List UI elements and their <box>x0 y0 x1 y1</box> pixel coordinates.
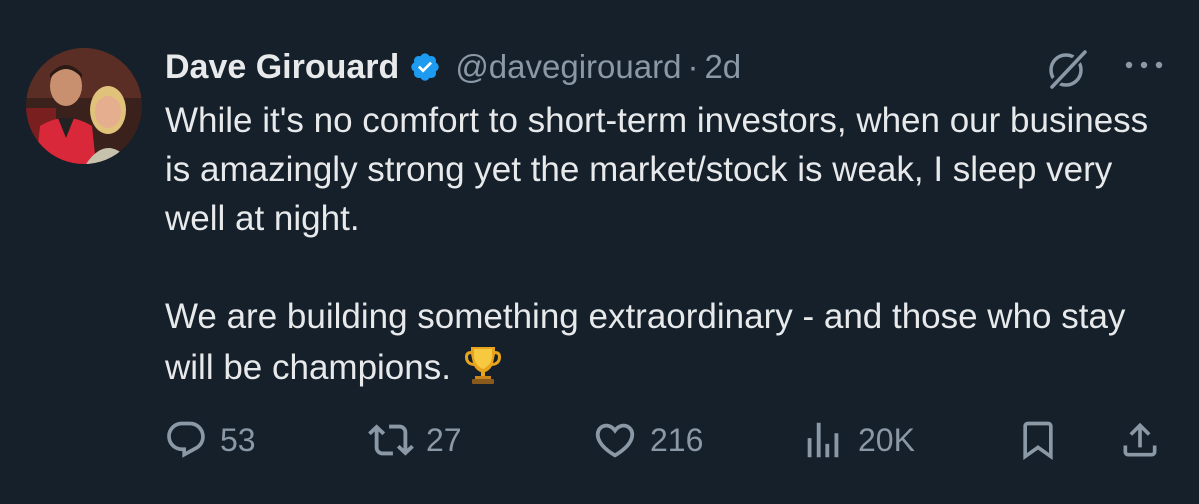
reply-count: 53 <box>220 421 256 458</box>
views-count: 20K <box>858 421 915 458</box>
reply-icon <box>167 421 205 458</box>
tweet-paragraph: We are building something extraordinary … <box>165 292 1175 392</box>
repost-icon <box>368 424 414 456</box>
timestamp[interactable]: 2d <box>704 48 741 86</box>
tweet-paragraph-text: We are building something extraordinary … <box>165 297 1126 387</box>
action-bar: 53 27 216 20K <box>0 410 1199 470</box>
repost-count: 27 <box>426 421 462 458</box>
more-options-icon[interactable] <box>1119 50 1169 80</box>
repost-button[interactable]: 27 <box>368 410 462 470</box>
heart-icon <box>595 423 635 458</box>
grok-icon[interactable] <box>1040 42 1094 96</box>
views-chart-icon <box>807 422 839 458</box>
bookmark-button[interactable] <box>1016 410 1060 470</box>
tweet-text: While it's no comfort to short-term inve… <box>165 96 1175 392</box>
display-name[interactable]: Dave Girouard <box>165 48 399 87</box>
tweet-paragraph: While it's no comfort to short-term inve… <box>165 101 1149 238</box>
verified-badge-icon[interactable] <box>409 51 441 83</box>
handle[interactable]: @davegirouard <box>455 48 681 86</box>
reply-button[interactable]: 53 <box>164 410 256 470</box>
like-count: 216 <box>650 421 704 458</box>
bookmark-icon <box>1023 421 1053 461</box>
trophy-icon <box>461 341 505 385</box>
share-button[interactable] <box>1118 410 1162 470</box>
avatar-photo <box>26 48 142 164</box>
share-icon <box>1123 422 1157 457</box>
like-button[interactable]: 216 <box>592 410 703 470</box>
views-button[interactable]: 20K <box>800 410 915 470</box>
tweet-header: Dave Girouard @davegirouard · 2d <box>165 40 741 94</box>
separator-dot: · <box>687 48 699 85</box>
avatar[interactable] <box>26 48 142 164</box>
